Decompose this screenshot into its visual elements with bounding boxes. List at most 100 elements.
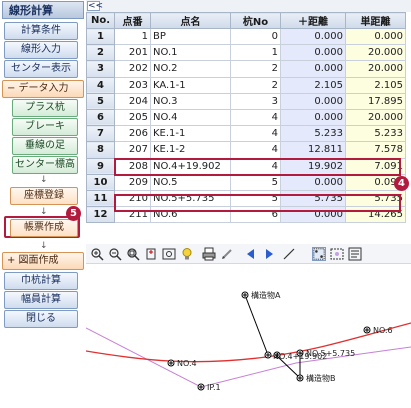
row-number-cell[interactable]: 4: [86, 76, 115, 94]
plus-distance-cell[interactable]: 0.000: [280, 27, 346, 46]
width-member-button[interactable]: 幅員計算: [4, 291, 78, 309]
collapse-panel-button[interactable]: <<: [87, 1, 103, 11]
plus-distance-cell[interactable]: 0.000: [280, 92, 346, 110]
point-name-cell[interactable]: NO.1: [150, 44, 231, 62]
point-number-cell[interactable]: 206: [114, 125, 151, 143]
pan-icon[interactable]: [144, 247, 158, 261]
single-distance-cell[interactable]: 5.233: [345, 125, 406, 143]
single-distance-cell[interactable]: 7.578: [345, 141, 406, 159]
select-region-icon[interactable]: [330, 247, 344, 261]
col-header-single-distance[interactable]: 単距離: [345, 12, 406, 29]
point-number-cell[interactable]: 208: [114, 157, 151, 175]
row-number-cell[interactable]: 1: [86, 27, 115, 46]
single-distance-cell[interactable]: 0.000: [345, 27, 406, 46]
table-row[interactable]: 10 209 NO.5 5 0.000 0.098: [86, 173, 406, 191]
line-icon[interactable]: [282, 247, 296, 261]
pile-no-cell[interactable]: 4: [230, 157, 281, 175]
row-number-cell[interactable]: 9: [86, 157, 115, 175]
row-number-cell[interactable]: 5: [86, 92, 115, 110]
plus-distance-cell[interactable]: 0.000: [280, 108, 346, 127]
plus-distance-cell[interactable]: 0.000: [280, 44, 346, 62]
pile-no-cell[interactable]: 0: [230, 27, 281, 46]
drawing-creation-group-toggle[interactable]: + 図面作成: [2, 252, 84, 270]
next-arrow-icon[interactable]: [262, 247, 276, 261]
center-display-button[interactable]: センター表示: [4, 60, 78, 78]
single-distance-cell[interactable]: 14.265: [345, 206, 406, 224]
point-number-cell[interactable]: 207: [114, 141, 151, 159]
pen-icon[interactable]: [220, 247, 234, 261]
single-distance-cell[interactable]: 2.105: [345, 76, 406, 94]
data-input-group-toggle[interactable]: − データ入力: [2, 80, 84, 98]
point-name-cell[interactable]: NO.6: [150, 206, 231, 224]
row-number-cell[interactable]: 8: [86, 141, 115, 159]
alignment-input-button[interactable]: 線形入力: [4, 41, 78, 59]
point-no4[interactable]: [167, 359, 175, 367]
col-header-no[interactable]: No.: [86, 12, 115, 29]
table-row[interactable]: 3 202 NO.2 2 0.000 20.000: [86, 60, 406, 78]
point-number-cell[interactable]: 204: [114, 92, 151, 110]
plus-distance-cell[interactable]: 0.000: [280, 206, 346, 224]
plus-distance-cell[interactable]: 19.902: [280, 157, 346, 175]
row-number-cell[interactable]: 2: [86, 44, 115, 62]
point-name-cell[interactable]: NO.5+5.735: [150, 189, 231, 208]
row-number-cell[interactable]: 12: [86, 206, 115, 224]
pile-no-cell[interactable]: 4: [230, 108, 281, 127]
pile-no-cell[interactable]: 4: [230, 125, 281, 143]
center-elevation-button[interactable]: センター標高: [12, 156, 78, 174]
single-distance-cell[interactable]: 7.091: [345, 157, 406, 175]
coord-registration-button[interactable]: 座標登録: [10, 187, 78, 205]
point-name-cell[interactable]: NO.2: [150, 60, 231, 78]
calc-conditions-button[interactable]: 計算条件: [4, 22, 78, 40]
col-header-point-name[interactable]: 点名: [150, 12, 231, 29]
break-button[interactable]: ブレーキ: [12, 118, 78, 136]
table-row[interactable]: 6 205 NO.4 4 0.000 20.000: [86, 108, 406, 127]
pile-no-cell[interactable]: 5: [230, 173, 281, 191]
row-number-cell[interactable]: 11: [86, 189, 115, 208]
col-header-plus-distance[interactable]: ＋距離: [280, 12, 346, 29]
point-ip1[interactable]: [197, 383, 205, 391]
drawing-canvas[interactable]: 構造物A NO.4 NO.4+19.902 NO.5+5.735 構造物B NO…: [85, 265, 411, 408]
plus-distance-cell[interactable]: 5.735: [280, 189, 346, 208]
point-no6[interactable]: [363, 326, 371, 334]
point-number-cell[interactable]: 209: [114, 173, 151, 191]
point-name-cell[interactable]: BP: [150, 27, 231, 46]
table-row[interactable]: 11 210 NO.5+5.735 5 5.735 5.735: [86, 189, 406, 208]
zoom-out-icon[interactable]: [108, 247, 122, 261]
point-number-cell[interactable]: 1: [114, 27, 151, 46]
print-icon[interactable]: [202, 247, 216, 261]
point-no4-19902[interactable]: [264, 351, 272, 359]
point-structure-a[interactable]: [241, 291, 249, 299]
point-number-cell[interactable]: 202: [114, 60, 151, 78]
point-number-cell[interactable]: 210: [114, 189, 151, 208]
point-name-cell[interactable]: KE.1-1: [150, 125, 231, 143]
point-number-cell[interactable]: 205: [114, 108, 151, 127]
zoom-in-icon[interactable]: [90, 247, 104, 261]
width-pile-button[interactable]: 巾杭計算: [4, 272, 78, 290]
pile-no-cell[interactable]: 3: [230, 92, 281, 110]
form-creation-button[interactable]: 帳票作成: [10, 219, 78, 237]
pile-no-cell[interactable]: 1: [230, 44, 281, 62]
point-name-cell[interactable]: NO.5: [150, 173, 231, 191]
single-distance-cell[interactable]: 5.735: [345, 189, 406, 208]
pile-no-cell[interactable]: 4: [230, 141, 281, 159]
select-points-icon[interactable]: [312, 247, 326, 261]
table-row[interactable]: 7 206 KE.1-1 4 5.233 5.233: [86, 125, 406, 143]
row-number-cell[interactable]: 6: [86, 108, 115, 127]
pile-no-cell[interactable]: 2: [230, 60, 281, 78]
point-structure-b[interactable]: [296, 374, 304, 382]
pile-no-cell[interactable]: 5: [230, 189, 281, 208]
table-row[interactable]: 5 204 NO.3 3 0.000 17.895: [86, 92, 406, 110]
plus-distance-cell[interactable]: 2.105: [280, 76, 346, 94]
perpendicular-foot-button[interactable]: 垂線の足: [12, 137, 78, 155]
single-distance-cell[interactable]: 20.000: [345, 60, 406, 78]
select-list-icon[interactable]: [348, 247, 362, 261]
point-name-cell[interactable]: NO.4: [150, 108, 231, 127]
table-row[interactable]: 4 203 KA.1-1 2 2.105 2.105: [86, 76, 406, 94]
single-distance-cell[interactable]: 17.895: [345, 92, 406, 110]
table-row[interactable]: 12 211 NO.6 6 0.000 14.265: [86, 206, 406, 224]
plus-pile-button[interactable]: プラス杭: [12, 99, 78, 117]
row-number-cell[interactable]: 7: [86, 125, 115, 143]
col-header-point-number[interactable]: 点番: [114, 12, 151, 29]
point-name-cell[interactable]: KA.1-1: [150, 76, 231, 94]
plus-distance-cell[interactable]: 12.811: [280, 141, 346, 159]
